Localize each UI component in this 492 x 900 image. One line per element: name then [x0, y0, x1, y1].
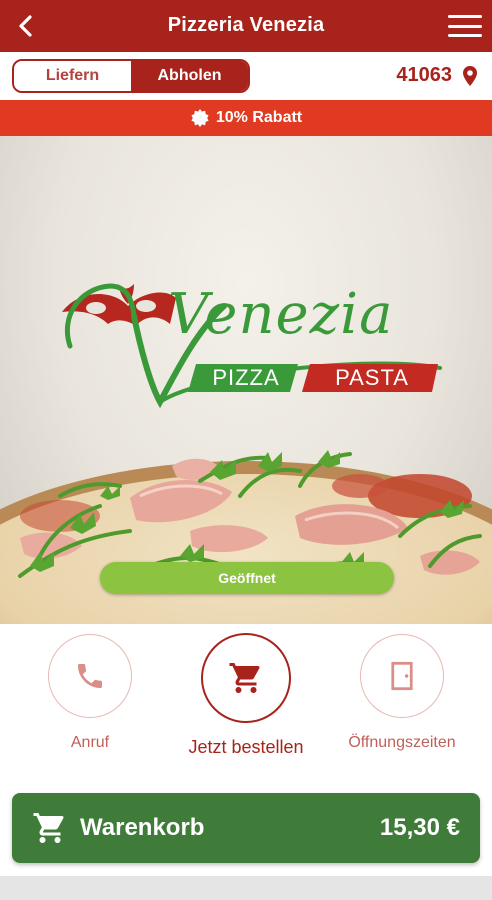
logo-tag-pasta: PASTA	[335, 365, 409, 390]
location-selector[interactable]: 41063	[396, 64, 478, 87]
quick-actions: Anruf Jetzt bestellen Öffnungszeiten	[0, 624, 492, 784]
order-now-action[interactable]: Jetzt bestellen	[176, 633, 316, 758]
order-now-button[interactable]	[201, 633, 291, 723]
order-now-label: Jetzt bestellen	[188, 737, 304, 757]
badge-icon	[191, 109, 209, 127]
cart-icon	[229, 663, 260, 693]
call-action[interactable]: Anruf	[20, 634, 160, 752]
cart-total: 15,30 €	[379, 814, 460, 841]
door-icon	[391, 661, 413, 691]
zip-code: 41063	[396, 64, 452, 86]
call-button[interactable]	[48, 634, 132, 718]
cart-icon	[32, 810, 68, 846]
app-bar: Pizzeria Venezia	[0, 0, 492, 52]
call-label: Anruf	[70, 734, 110, 751]
cart-label: Warenkorb	[80, 814, 205, 841]
order-mode-toggle: Liefern Abholen	[12, 59, 250, 93]
cart-bar[interactable]: Warenkorb 15,30 €	[12, 793, 480, 863]
promo-text: 10% Rabatt	[215, 109, 303, 126]
hero-banner: Venezia PIZZA PASTA Geöffnet	[0, 136, 492, 624]
tab-liefern[interactable]: Liefern	[14, 61, 131, 91]
map-pin-icon	[463, 65, 477, 86]
opening-hours-action[interactable]: Öffnungszeiten	[332, 634, 472, 752]
opening-hours-label: Öffnungszeiten	[348, 734, 456, 751]
open-status-badge: Geöffnet	[100, 562, 394, 594]
page-title: Pizzeria Venezia	[167, 14, 325, 36]
hamburger-menu-icon[interactable]	[448, 12, 482, 40]
logo-wordmark: Venezia	[168, 282, 394, 347]
promo-banner: 10% Rabatt	[0, 100, 492, 136]
logo-tag-pizza: PIZZA	[212, 365, 280, 390]
bottom-strip	[0, 876, 492, 900]
tab-abholen[interactable]: Abholen	[131, 61, 248, 91]
opening-hours-button[interactable]	[360, 634, 444, 718]
order-mode-bar: Liefern Abholen 41063	[0, 52, 492, 100]
phone-icon	[78, 664, 102, 688]
